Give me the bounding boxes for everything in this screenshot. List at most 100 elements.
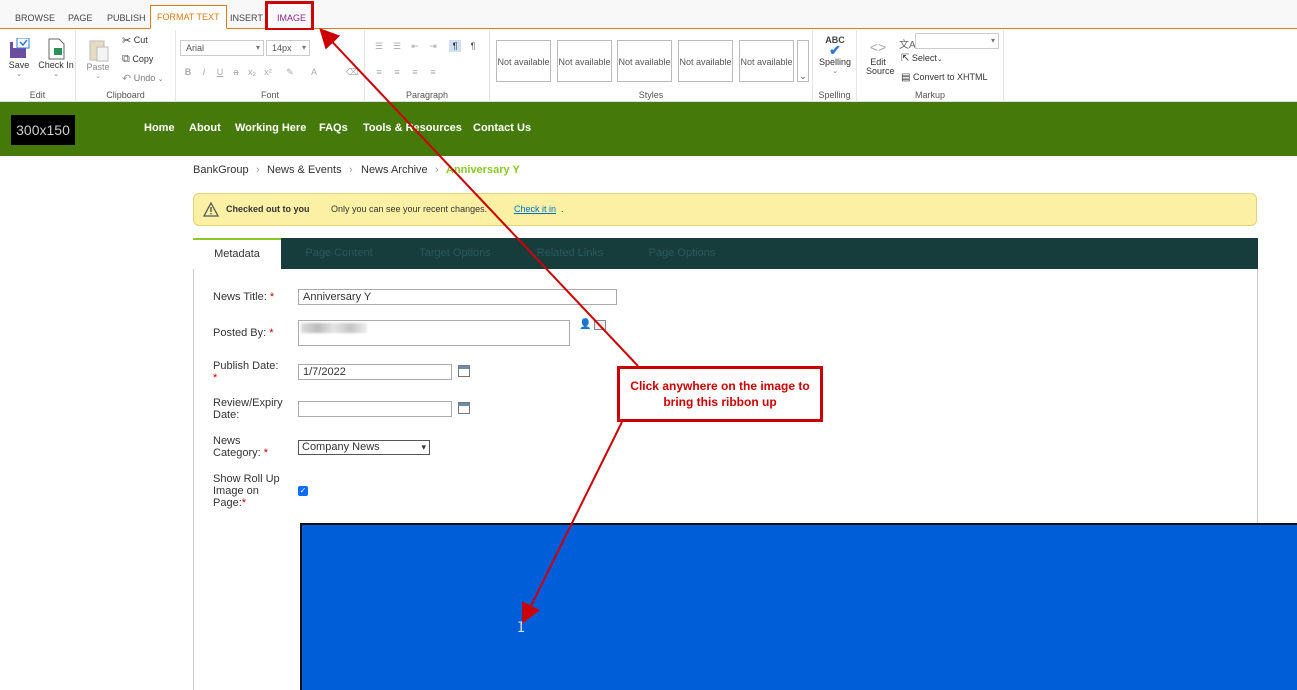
tab-browse[interactable]: BROWSE	[9, 7, 61, 29]
style-option-5[interactable]: Not available	[739, 40, 794, 82]
news-category-select[interactable]: Company News ▾	[298, 440, 430, 455]
save-button[interactable]: Save ⌄	[6, 38, 32, 78]
style-option-1[interactable]: Not available	[496, 40, 551, 82]
align-right-icon: ≡	[412, 67, 418, 77]
undo-button[interactable]: ↶ Undo ⌄	[122, 72, 164, 85]
calendar-icon[interactable]	[458, 402, 470, 414]
blurred-user-name	[301, 323, 367, 333]
group-styles: Not available Not available Not availabl…	[490, 30, 813, 102]
styles-scroll[interactable]: ⌄	[797, 40, 809, 82]
spelling-label: Spelling	[818, 57, 852, 67]
nav-home[interactable]: Home	[144, 122, 175, 134]
tab-publish[interactable]: PUBLISH	[101, 7, 152, 29]
style-option-3[interactable]: Not available	[617, 40, 672, 82]
chevron-right-icon: ›	[256, 164, 260, 176]
breadcrumb-news-archive[interactable]: News Archive	[361, 164, 428, 176]
cut-button[interactable]: ✂ Cut	[122, 34, 148, 47]
check-in-button[interactable]: Check In ⌄	[38, 38, 74, 78]
news-title-input[interactable]: Anniversary Y	[298, 289, 617, 305]
outdent-button[interactable]: ⇤	[409, 40, 421, 52]
image-tab-highlight	[265, 1, 314, 31]
spelling-button[interactable]: ABC ✔ Spelling ⌄	[816, 35, 854, 75]
save-icon	[10, 38, 30, 58]
align-center-icon: ≡	[394, 67, 400, 77]
superscript-button[interactable]: x²	[262, 66, 274, 78]
breadcrumb-news-events[interactable]: News & Events	[267, 164, 342, 176]
style-option-4[interactable]: Not available	[678, 40, 733, 82]
justify-button[interactable]: ≡	[427, 66, 439, 78]
address-book-icon[interactable]	[594, 320, 606, 330]
group-markup: <> Edit Source 文A ▾ ⇱ Select⌄ ▤ Convert …	[857, 30, 1004, 102]
convert-xhtml-button[interactable]: ▤ Convert to XHTML	[901, 72, 988, 83]
ltr-button[interactable]: ¶	[449, 40, 461, 52]
numbered-list-button[interactable]: ☰	[391, 40, 403, 52]
calendar-icon[interactable]	[458, 365, 470, 377]
nav-about[interactable]: About	[189, 122, 221, 134]
site-logo[interactable]: 300x150	[11, 115, 75, 145]
text-cursor-icon: I	[517, 620, 526, 636]
underline-button[interactable]: U	[214, 66, 226, 78]
publish-date-input[interactable]: 1/7/2022	[298, 364, 452, 380]
italic-button[interactable]: I	[198, 66, 210, 78]
review-date-label: Review/Expiry Date:	[213, 397, 283, 421]
font-color-icon: A	[310, 67, 317, 77]
style-option-2[interactable]: Not available	[557, 40, 612, 82]
nav-contact-us[interactable]: Contact Us	[473, 122, 531, 134]
copy-icon: ⧉	[122, 53, 130, 65]
tab-metadata[interactable]: Metadata	[193, 238, 281, 269]
nav-tools-resources[interactable]: Tools & Resources	[363, 122, 462, 134]
nav-faqs[interactable]: FAQs	[319, 122, 348, 134]
strikethrough-button[interactable]: a	[230, 66, 242, 78]
group-label-markup: Markup	[914, 90, 945, 100]
edit-source-icon: <>	[869, 39, 887, 55]
bullet-list-button[interactable]: ☰	[373, 40, 385, 52]
bold-button[interactable]: B	[182, 66, 194, 78]
indent-button[interactable]: ⇥	[427, 40, 439, 52]
tab-insert[interactable]: INSERT	[224, 7, 269, 29]
clear-format-button[interactable]: ⌫	[346, 66, 359, 78]
tab-format-text[interactable]: FORMAT TEXT	[150, 5, 227, 29]
posted-by-input[interactable]	[298, 320, 570, 346]
tab-target-options[interactable]: Target Options	[403, 238, 507, 269]
subscript-button[interactable]: x₂	[246, 66, 258, 78]
group-clipboard: Paste ⌄ ✂ Cut ⧉ Copy ↶ Undo ⌄ Clipboard	[76, 30, 176, 102]
breadcrumb-bankgroup[interactable]: BankGroup	[193, 164, 249, 176]
highlight-color-button[interactable]: ✎	[280, 66, 300, 78]
tab-page-content[interactable]: Page Content	[293, 238, 385, 269]
convert-label: Convert to XHTML	[912, 72, 988, 82]
tab-page-options[interactable]: Page Options	[636, 238, 728, 269]
group-label-edit: Edit	[29, 90, 46, 100]
check-names-icon[interactable]: 👤	[579, 319, 591, 330]
markup-language-select[interactable]: ▾	[915, 33, 999, 49]
publish-date-label: Publish Date: *	[213, 360, 279, 384]
rollup-image[interactable]	[300, 523, 1297, 690]
rtl-button[interactable]: ¶	[467, 40, 479, 52]
edit-source-button[interactable]: <> Edit Source	[861, 36, 895, 76]
top-nav: 300x150 Home About Working Here FAQs Too…	[0, 102, 1297, 156]
font-size-select[interactable]: 14px ▾	[266, 40, 310, 56]
font-family-select[interactable]: Arial ▾	[180, 40, 264, 56]
review-date-input[interactable]	[298, 401, 452, 417]
alert-title: Checked out to you	[226, 204, 310, 214]
font-color-button[interactable]: A	[304, 66, 324, 78]
save-label: Save	[8, 60, 30, 70]
page-tabs: Metadata Page Content Target Options Rel…	[193, 238, 1258, 269]
rtl-icon: ¶	[470, 41, 476, 51]
select-button[interactable]: ⇱ Select⌄	[901, 53, 943, 64]
copy-button[interactable]: ⧉ Copy	[122, 53, 153, 66]
select-label: Select	[911, 53, 937, 63]
check-it-in-link[interactable]: Check it in	[514, 204, 556, 214]
align-center-button[interactable]: ≡	[391, 66, 403, 78]
paste-button[interactable]: Paste ⌄	[84, 38, 112, 80]
group-label-clipboard: Clipboard	[106, 90, 145, 100]
callout-line-2: bring this ribbon up	[663, 395, 777, 409]
tab-page[interactable]: PAGE	[62, 7, 98, 29]
nav-working-here[interactable]: Working Here	[235, 122, 306, 134]
warning-icon	[203, 202, 219, 217]
tab-related-links[interactable]: Related Links	[523, 238, 617, 269]
show-rollup-checkbox[interactable]: ✓	[298, 486, 308, 496]
indent-icon: ⇥	[429, 41, 437, 51]
align-right-button[interactable]: ≡	[409, 66, 421, 78]
align-left-button[interactable]: ≡	[373, 66, 385, 78]
highlight-icon: ✎	[286, 67, 294, 77]
